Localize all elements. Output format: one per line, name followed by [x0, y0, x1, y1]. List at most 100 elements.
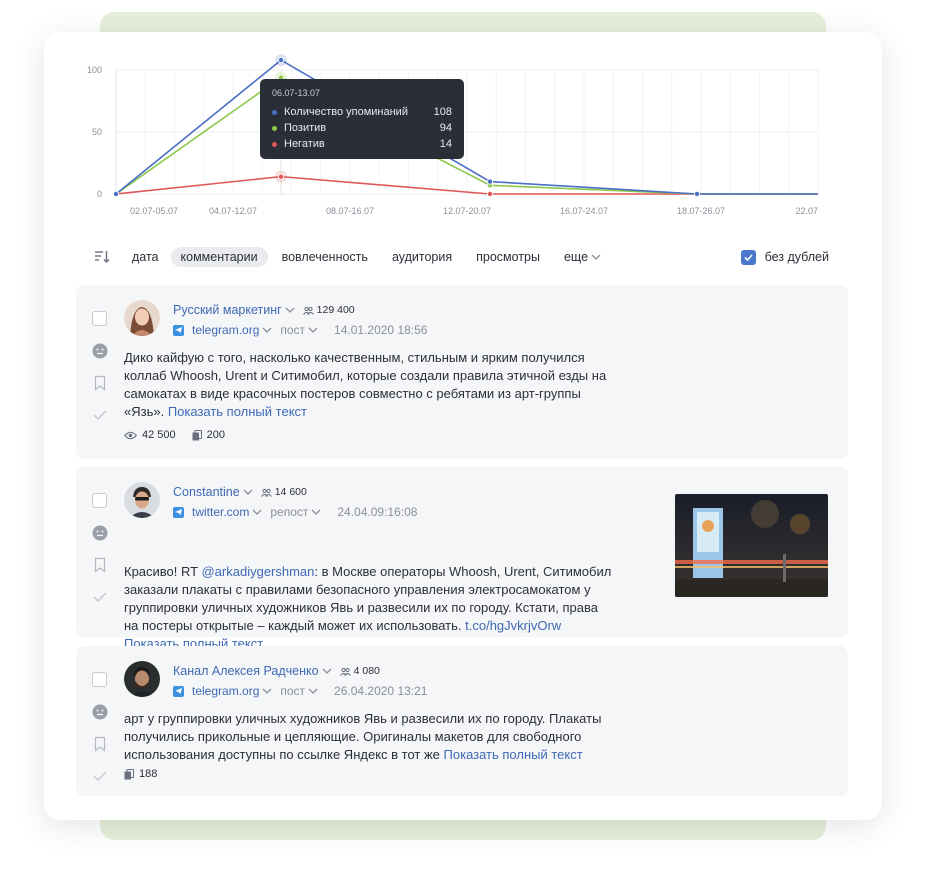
views-stat: 42 500	[124, 429, 176, 441]
bookmark-icon[interactable]	[92, 736, 108, 752]
check-icon[interactable]	[92, 589, 108, 605]
text-line: самокатах в виде красочных постеров совм…	[124, 386, 581, 401]
text-line: получились прикольные и цепляющие. Ориги…	[124, 729, 582, 744]
author-name[interactable]: Канал Алексея Радченко	[173, 664, 319, 678]
neutral-face-icon[interactable]	[92, 704, 108, 720]
subscribers-count: 14 600	[260, 486, 307, 498]
tooltip-row: Позитив 94	[272, 120, 452, 136]
text-line: арт у группировки уличных художников Явь…	[124, 711, 602, 726]
avatar	[124, 300, 160, 336]
check-icon[interactable]	[92, 407, 108, 423]
chevron-down-icon[interactable]	[262, 327, 272, 333]
post-date: 26.04.2020 13:21	[334, 684, 428, 698]
chevron-down-icon[interactable]	[311, 509, 321, 515]
tab-views[interactable]: просмотры	[476, 250, 540, 264]
text-line: : в Москве операторы Whoosh, Urent, Сити…	[314, 564, 612, 579]
select-checkbox[interactable]	[92, 672, 107, 687]
post-actions	[92, 493, 108, 621]
chevron-down-icon[interactable]	[308, 327, 318, 333]
post-type[interactable]: пост	[280, 323, 305, 337]
x-tick-label: 22.07	[795, 206, 818, 216]
check-icon[interactable]	[92, 768, 108, 784]
mention-link[interactable]: @arkadiygershman	[201, 564, 314, 579]
post-body: Красиво! RT @arkadiygershman: в Москве о…	[124, 563, 664, 653]
more-dropdown[interactable]: еще	[564, 250, 601, 264]
audience-icon	[302, 306, 314, 315]
post-date: 24.04.09:16:08	[337, 505, 418, 519]
chevron-down-icon[interactable]	[243, 489, 253, 495]
data-point	[277, 173, 284, 180]
avatar	[124, 661, 160, 697]
post-actions	[92, 311, 108, 439]
x-tick-label: 12.07-20.07	[443, 206, 491, 216]
tooltip-value: 108	[433, 106, 452, 118]
audience-icon	[260, 488, 272, 497]
chart-tooltip: 06.07-13.07 Количество упоминаний 108 По…	[260, 79, 464, 159]
select-checkbox[interactable]	[92, 311, 107, 326]
no-duplicates-label: без дублей	[764, 250, 829, 264]
bookmark-icon[interactable]	[92, 375, 108, 391]
author-name[interactable]: Русский маркетинг	[173, 303, 282, 317]
post-text: Дико кайфую с того, насколько качественн…	[124, 349, 644, 421]
chevron-down-icon[interactable]	[322, 668, 332, 674]
post-actions	[92, 672, 108, 800]
twitter-icon	[173, 506, 184, 518]
tooltip-title: 06.07-13.07	[272, 88, 321, 98]
show-full-text-link[interactable]: Показать полный текст	[444, 747, 583, 762]
text-line: на постеры открытые – каждый может их ис…	[124, 618, 466, 633]
neutral-face-icon[interactable]	[92, 525, 108, 541]
tab-audience[interactable]: аудитория	[392, 250, 452, 264]
tab-engagement[interactable]: вовлеченность	[282, 250, 368, 264]
x-tick-label: 18.07-26.07	[677, 206, 725, 216]
source-link[interactable]: twitter.com	[192, 505, 249, 519]
y-tick-label: 50	[92, 127, 102, 137]
copies-icon	[124, 768, 134, 779]
chevron-down-icon[interactable]	[308, 688, 318, 694]
text-line: использования доступны по ссылке Яндекс …	[124, 747, 444, 762]
tab-comments[interactable]: комментарии	[170, 247, 268, 267]
source-link[interactable]: telegram.org	[192, 684, 259, 698]
x-tick-label: 16.07-24.07	[560, 206, 608, 216]
text-line: Дико кайфую с того, насколько качественн…	[124, 350, 585, 365]
source-link[interactable]: telegram.org	[192, 323, 259, 337]
post-stats: 188	[124, 768, 173, 780]
post-date: 14.01.2020 18:56	[334, 323, 428, 337]
subscribers-value: 4 080	[353, 665, 380, 677]
neutral-face-icon[interactable]	[92, 343, 108, 359]
audience-icon	[339, 667, 351, 676]
select-checkbox[interactable]	[92, 493, 107, 508]
text-line: Красиво! RT	[124, 564, 202, 579]
chevron-down-icon[interactable]	[252, 509, 262, 515]
copies-value: 200	[206, 429, 226, 441]
tab-date[interactable]: дата	[132, 250, 159, 264]
subscribers-value: 14 600	[274, 486, 307, 498]
y-tick-label: 100	[87, 65, 102, 75]
checkbox-checked-icon[interactable]	[740, 249, 756, 265]
tweet-link[interactable]: t.co/hgJvkrjvOrw	[465, 618, 561, 633]
y-tick-label: 0	[97, 189, 102, 199]
x-tick-label: 08.07-16.07	[326, 206, 374, 216]
x-tick-label: 02.07-05.07	[130, 206, 178, 216]
chevron-down-icon	[591, 254, 601, 260]
chevron-down-icon[interactable]	[285, 307, 295, 313]
post-card: Канал Алексея Радченко 4 080 telegram.or…	[76, 646, 848, 796]
subscribers-count: 129 400	[302, 304, 355, 316]
post-stats: 42 500 200	[124, 429, 241, 441]
sort-icon[interactable]	[94, 250, 110, 264]
author-name[interactable]: Constantine	[173, 485, 240, 499]
post-type[interactable]: репост	[270, 505, 308, 519]
post-header: Constantine 14 600 twitter.com репост 24…	[173, 484, 417, 520]
post-type[interactable]: пост	[280, 684, 305, 698]
no-duplicates-toggle[interactable]: без дублей	[740, 249, 829, 265]
text-line: группировки уличных художников Явь и раз…	[124, 600, 598, 615]
tooltip-label: Позитив	[284, 122, 327, 134]
data-point	[694, 190, 701, 197]
chevron-down-icon[interactable]	[262, 688, 272, 694]
eye-icon	[124, 431, 137, 439]
bookmark-icon[interactable]	[92, 557, 108, 573]
telegram-icon	[173, 685, 184, 697]
tooltip-value: 14	[439, 138, 452, 150]
post-image[interactable]	[675, 494, 828, 597]
show-full-text-link[interactable]: Показать полный текст	[168, 404, 307, 419]
copies-icon	[192, 429, 202, 440]
